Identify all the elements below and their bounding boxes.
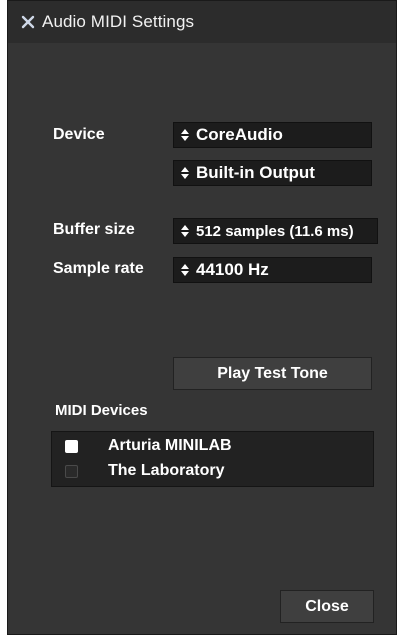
output-device-value: Built-in Output bbox=[196, 163, 315, 182]
buffer-size-select[interactable]: 512 samples (11.6 ms) bbox=[173, 218, 378, 244]
close-button[interactable]: Close bbox=[280, 590, 374, 623]
close-icon[interactable] bbox=[20, 14, 36, 30]
midi-device-row[interactable]: The Laboratory bbox=[52, 460, 373, 482]
device-type-select[interactable]: CoreAudio bbox=[173, 122, 372, 148]
midi-devices-label: MIDI Devices bbox=[55, 402, 148, 419]
play-test-tone-button[interactable]: Play Test Tone bbox=[173, 357, 372, 390]
buffer-size-label: Buffer size bbox=[53, 221, 135, 238]
sample-rate-value: 44100 Hz bbox=[196, 260, 269, 279]
buffer-size-value: 512 samples (11.6 ms) bbox=[196, 222, 354, 240]
window-title: Audio MIDI Settings bbox=[42, 12, 195, 31]
updown-arrows-icon bbox=[181, 129, 189, 141]
midi-device-name: Arturia MINILAB bbox=[108, 437, 232, 454]
updown-arrows-icon bbox=[181, 167, 189, 179]
audio-midi-settings-window: Audio MIDI Settings Device CoreAudio Bui… bbox=[7, 0, 397, 635]
device-label: Device bbox=[53, 126, 105, 143]
sample-rate-label: Sample rate bbox=[53, 260, 144, 277]
midi-device-checkbox[interactable] bbox=[65, 464, 78, 478]
device-type-value: CoreAudio bbox=[196, 125, 283, 144]
midi-device-row[interactable]: Arturia MINILAB bbox=[52, 435, 373, 457]
title-bar: Audio MIDI Settings bbox=[8, 1, 396, 43]
sample-rate-select[interactable]: 44100 Hz bbox=[173, 257, 372, 283]
midi-device-checkbox[interactable] bbox=[65, 439, 78, 453]
output-device-select[interactable]: Built-in Output bbox=[173, 160, 372, 186]
updown-arrows-icon bbox=[181, 264, 189, 276]
midi-devices-list: Arturia MINILAB The Laboratory bbox=[51, 431, 374, 487]
midi-device-name: The Laboratory bbox=[108, 462, 225, 479]
updown-arrows-icon bbox=[181, 225, 189, 237]
